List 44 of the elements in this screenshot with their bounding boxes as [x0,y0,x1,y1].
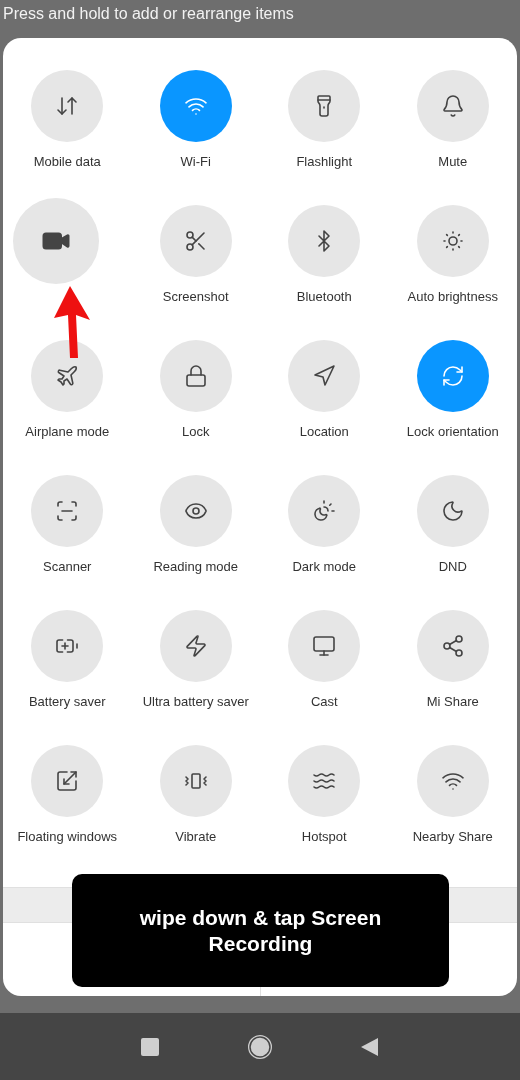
share-icon [440,634,465,658]
tile-label: Mi Share [426,694,479,709]
tile-label: Mobile data [33,154,101,169]
tile-label: DND [438,559,467,574]
tile-label: Lock orientation [406,424,499,439]
pointer-arrow [52,286,92,358]
tile-label: Ultra battery saver [142,694,249,709]
caption-text: wipe down & tap Screen Recording [72,874,449,987]
tile-label: Battery saver [28,694,106,709]
recents-icon[interactable] [141,1037,159,1056]
home-icon[interactable] [247,1033,273,1060]
scissors-icon [183,229,208,253]
tile-label: Floating windows [17,829,118,844]
tile-label: Mute [438,154,468,169]
sun-moon-icon [312,499,337,523]
tile-label: Airplane mode [25,424,110,439]
scan-icon [55,499,80,523]
tile-label: Vibrate [175,829,217,844]
airplane-icon [55,364,80,388]
tile-label: Scanner [43,559,92,574]
tile-label: Reading mode [153,559,239,574]
tile-label: Bluetooth [296,289,352,304]
moon-icon [440,499,465,523]
sun-icon [440,229,465,253]
lightning-icon [183,634,208,658]
tile-label: Screenshot [162,289,229,304]
hint-text: Press and hold to add or rearrange items [2,4,295,24]
lock-icon [183,364,208,388]
arrows-icon [55,94,80,118]
location-arrow-icon [312,364,337,388]
tile-label: Lock [182,424,210,439]
tile-label: Auto brightness [407,289,498,304]
tile-label: Nearby Share [412,829,493,844]
tile-label: Wi-Fi [180,154,211,169]
bell-icon [440,94,465,118]
tile-label: Hotspot [301,829,347,844]
tile-label: Dark mode [292,559,357,574]
resize-icon [55,769,80,793]
tile-label: Location [299,424,349,439]
monitor-icon [312,634,337,658]
tile-label: Flashlight [296,154,353,169]
back-icon[interactable] [361,1037,379,1056]
rotate-icon [440,364,465,388]
tile-label: Cast [310,694,338,709]
